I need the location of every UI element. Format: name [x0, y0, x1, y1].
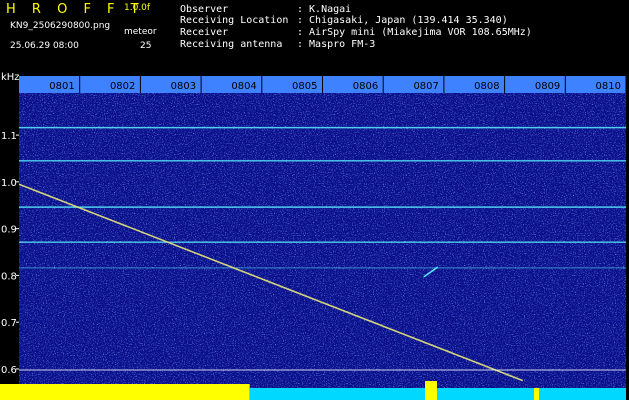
- time-tick-label: 0803: [171, 81, 196, 92]
- signal-burst-yellow: [425, 381, 437, 400]
- freq-tick-label: 1.0: [1, 178, 17, 189]
- y-unit-label: kHz: [1, 72, 20, 83]
- freq-tick-label: 0.7: [1, 318, 17, 329]
- freq-tick-label: 1.1: [1, 131, 17, 142]
- signal-spike-yellow: [534, 388, 539, 400]
- signal-level-bar-cyan: [249, 388, 626, 400]
- freq-tick-label: 0.9: [1, 225, 17, 236]
- waterfall-noise: [19, 76, 626, 400]
- signal-level-bar-yellow: [0, 384, 250, 400]
- time-tick-label: 0806: [353, 81, 378, 92]
- hrofft-window: H R O F F T 1.0.0f KN9_2506290800.png me…: [0, 0, 629, 400]
- time-tick-label: 0801: [49, 81, 74, 92]
- freq-tick-label: 0.8: [1, 271, 17, 282]
- time-tick-label: 0802: [110, 81, 135, 92]
- time-tick-label: 0810: [596, 81, 621, 92]
- freq-tick-label: 0.6: [1, 365, 17, 376]
- time-tick-label: 0805: [292, 81, 317, 92]
- time-tick-label: 0807: [413, 81, 438, 92]
- time-tick-label: 0804: [231, 81, 256, 92]
- spectrogram: 0801 0802 0803 0804 0805 0806 0807 0808 0809 0810…: [0, 72, 627, 400]
- time-tick-label: 0809: [535, 81, 560, 92]
- time-tick-label: 0808: [474, 81, 499, 92]
